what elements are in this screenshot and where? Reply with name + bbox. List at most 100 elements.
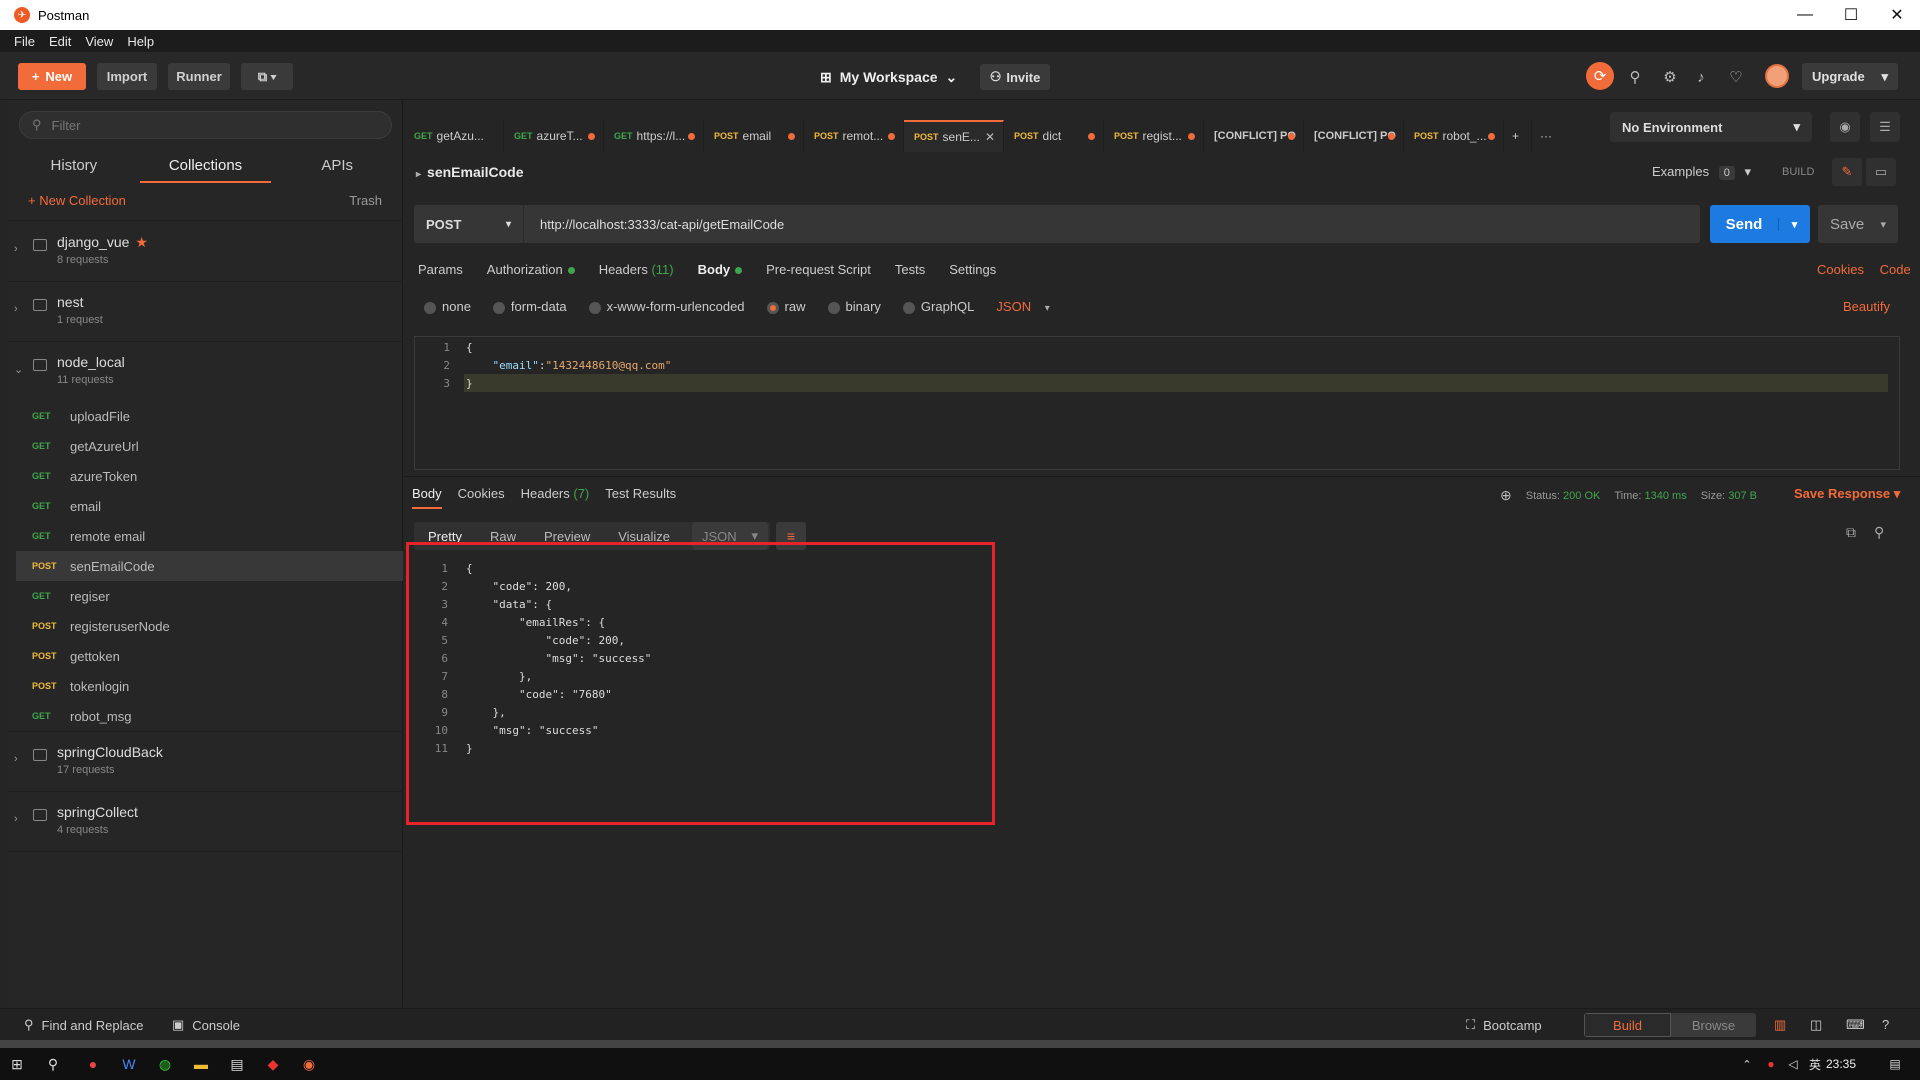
heart-icon[interactable]: ♡ [1725,66,1747,88]
collection-node-local[interactable]: ⌄ node_local 11 requests [8,341,403,401]
tab-prerequest[interactable]: Pre-request Script [766,262,871,277]
browse-mode-button[interactable]: Browse [1671,1013,1756,1037]
postman-taskbar-icon[interactable]: ◉ [294,1052,324,1076]
menu-file[interactable]: File [14,34,35,49]
code-link[interactable]: Code [1880,262,1911,277]
menu-view[interactable]: View [85,34,113,49]
taskbar-clock[interactable]: 23:35 [1826,1057,1856,1071]
tab-authorization[interactable]: Authorization [487,262,575,277]
help-icon[interactable]: ? [1882,1017,1889,1032]
tab-settings[interactable]: Settings [949,262,996,277]
request-tab[interactable]: GET getAzu... [404,120,504,152]
import-button[interactable]: Import [97,63,157,90]
request-tab[interactable]: [CONFLICT] PO [1204,120,1304,152]
upgrade-button[interactable]: Upgrade ▾ [1802,63,1898,90]
copy-icon[interactable]: ⧉ [1846,524,1856,541]
bell-icon[interactable]: ♪ [1690,66,1712,88]
settings-sliders-icon[interactable]: ☰ [1870,112,1900,142]
file-explorer-icon[interactable]: ▬ [186,1052,216,1076]
request-item[interactable]: POST gettoken [16,641,403,671]
app-window-icon[interactable]: ▤ [222,1052,252,1076]
request-item[interactable]: GET robot_msg [16,701,403,731]
request-tab[interactable]: POST dict [1004,120,1104,152]
layout-icon[interactable]: ▥ [1774,1017,1786,1033]
more-tabs-icon[interactable]: ··· [1532,120,1560,152]
windows-start-icon[interactable]: ⊞ [2,1052,32,1076]
chrome-icon[interactable]: ● [78,1052,108,1076]
request-item-selected[interactable]: POST senEmailCode [16,551,403,581]
new-window-button[interactable]: ⧉ ▾ [241,63,293,90]
star-icon[interactable]: ★ [135,234,148,250]
request-tab[interactable]: [CONFLICT] PO [1304,120,1404,152]
menu-help[interactable]: Help [127,34,154,49]
keyboard-icon[interactable]: ⌨ [1846,1017,1865,1033]
radio-urlencoded[interactable]: x-www-form-urlencoded [588,299,745,314]
save-response-button[interactable]: Save Response ▾ [1794,486,1900,502]
request-tab[interactable]: GET https://l... [604,120,704,152]
satellite-icon[interactable]: ⚲ [1624,66,1646,88]
notification-icon[interactable]: ▤ [1880,1052,1910,1076]
cookies-link[interactable]: Cookies [1817,262,1864,277]
save-button[interactable]: Save ▾ [1818,205,1898,243]
red-app-icon[interactable]: ◆ [258,1052,288,1076]
comment-icon[interactable]: ▭ [1866,158,1896,186]
radio-raw[interactable]: raw [766,299,806,314]
request-tab-active[interactable]: POST senE... ✕ [904,120,1004,152]
radio-form-data[interactable]: form-data [492,299,567,314]
runner-button[interactable]: Runner [168,63,230,90]
environment-select[interactable]: No Environment ▾ [1610,112,1812,142]
minimize-button[interactable]: — [1782,0,1828,30]
request-tab[interactable]: POST robot_... [1404,120,1504,152]
invite-button[interactable]: ⚇ Invite [980,64,1050,90]
url-input[interactable]: http://localhost:3333/cat-api/getEmailCo… [540,217,784,232]
avatar[interactable] [1765,64,1789,88]
eye-icon[interactable]: ◉ [1830,112,1860,142]
response-tab-cookies[interactable]: Cookies [458,486,505,509]
bootcamp-button[interactable]: ⛶ Bootcamp [1466,1017,1542,1033]
request-item[interactable]: GET remote email [16,521,403,551]
request-body-editor[interactable] [414,336,1900,470]
pencil-icon[interactable]: ✎ [1832,158,1862,186]
examples-dropdown[interactable]: Examples 0 ▾ [1652,164,1751,180]
menu-edit[interactable]: Edit [49,34,71,49]
search-icon[interactable]: ⚲ [38,1052,68,1076]
new-collection-button[interactable]: + New Collection [28,193,126,208]
response-tab-headers[interactable]: Headers (7) [521,486,590,509]
tab-tests[interactable]: Tests [895,262,925,277]
gear-icon[interactable]: ⚙ [1659,66,1681,88]
sync-icon[interactable]: ⟳ [1586,62,1614,90]
close-window-button[interactable]: ✕ [1874,0,1920,30]
tab-collections[interactable]: Collections [139,149,272,183]
request-item[interactable]: GET azureToken [16,461,403,491]
find-replace-button[interactable]: ⚲ Find and Replace [24,1017,143,1033]
tab-apis[interactable]: APIs [271,149,403,183]
maximize-button[interactable]: ☐ [1828,0,1874,30]
collection-nest[interactable]: › nest 1 request [8,281,403,341]
request-item[interactable]: GET email [16,491,403,521]
close-tab-icon[interactable]: ✕ [985,130,995,144]
trash-link[interactable]: Trash [349,193,382,208]
two-pane-icon[interactable]: ◫ [1810,1017,1822,1033]
collection-springcloudback[interactable]: › springCloudBack 17 requests [8,731,403,791]
caret-down-icon[interactable]: ▾ [1778,217,1810,231]
response-tab-body[interactable]: Body [412,486,442,509]
collection-springcollect[interactable]: › springCollect 4 requests [8,791,403,851]
request-tab[interactable]: POST regist... [1104,120,1204,152]
tab-body[interactable]: Body [698,262,743,277]
method-select[interactable]: POST ▾ [414,205,524,243]
tab-history[interactable]: History [8,149,140,183]
request-item[interactable]: POST tokenlogin [16,671,403,701]
request-item[interactable]: GET regiser [16,581,403,611]
radio-binary[interactable]: binary [827,299,881,314]
wechat-icon[interactable]: ◍ [150,1052,180,1076]
build-mode-button[interactable]: Build [1584,1013,1671,1037]
word-icon[interactable]: W [114,1052,144,1076]
response-tab-tests[interactable]: Test Results [605,486,676,509]
request-title[interactable]: ▸ senEmailCode [416,164,524,180]
workspace-selector[interactable]: ⊞ My Workspace ⌄ [820,64,957,90]
request-tab[interactable]: POST email [704,120,804,152]
send-button[interactable]: Send ▾ [1710,205,1810,243]
search-icon[interactable]: ⚲ [1874,524,1884,541]
add-tab-icon[interactable]: + [1504,120,1532,152]
console-button[interactable]: ▣ Console [172,1017,240,1033]
